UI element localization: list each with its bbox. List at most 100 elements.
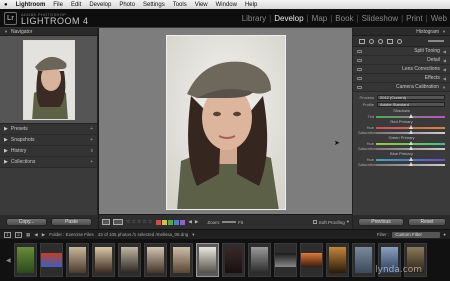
slider-track[interactable] (376, 113, 445, 118)
slider-track[interactable] (376, 161, 445, 166)
snapshots-section[interactable]: ▶ Snapshots + (0, 135, 97, 146)
lens-corrections-section[interactable]: Lens Corrections ◀ (353, 65, 450, 74)
loupe-view-icon[interactable] (102, 219, 110, 225)
navigator-header[interactable]: ▼ Navigator FIT FILL 1:1 3:1 (0, 28, 450, 257)
panel-toggle-icon[interactable] (357, 76, 362, 80)
radial-filter-icon[interactable] (397, 38, 402, 44)
reset-button[interactable]: Reset (408, 218, 446, 226)
slider-track[interactable] (376, 129, 445, 134)
forward-arrow-icon[interactable]: ▶ (42, 232, 45, 238)
panel-toggle-icon[interactable] (357, 49, 362, 53)
rating-stars[interactable]: ☆☆☆☆☆ (126, 219, 153, 225)
menu-window[interactable]: Window (216, 2, 237, 8)
history-section[interactable]: ▶ History x (0, 146, 97, 157)
histogram-header[interactable]: Histogram ▼ (353, 28, 450, 36)
menu-settings[interactable]: Settings (143, 2, 165, 8)
previous-button[interactable]: Previous (358, 218, 404, 226)
slider-thumb[interactable] (408, 129, 413, 134)
menu-photo[interactable]: Photo (119, 2, 135, 8)
next-arrow-icon[interactable]: ▶ (195, 219, 198, 225)
filmstrip-cell[interactable] (117, 243, 141, 277)
split-toning-section[interactable]: Split Toning ◀ (353, 47, 450, 56)
apple-menu-icon[interactable]: ● (4, 2, 8, 8)
before-after-icon[interactable] (113, 219, 123, 225)
source-folder[interactable]: Folder : Exercise Files (49, 232, 94, 237)
filmstrip-cell[interactable] (65, 243, 89, 277)
color-label-swatch[interactable] (180, 219, 186, 225)
detail-section[interactable]: Detail ◀ (353, 56, 450, 65)
filter-dropdown[interactable]: Custom Filter (392, 231, 441, 238)
color-label-swatch[interactable] (156, 219, 162, 225)
crop-tool-icon[interactable] (359, 38, 365, 44)
slider-thumb[interactable] (408, 156, 413, 161)
filmstrip-cell[interactable] (247, 243, 271, 277)
module-map[interactable]: Map (312, 14, 328, 23)
profile-dropdown[interactable]: Adobe Standard (377, 102, 445, 107)
slider-thumb[interactable] (408, 145, 413, 150)
filmstrip-cell[interactable] (299, 243, 323, 277)
image-canvas[interactable]: ➤ (99, 28, 352, 214)
menu-file[interactable]: File (53, 2, 63, 8)
module-book[interactable]: Book (335, 14, 353, 23)
menu-tools[interactable]: Tools (173, 2, 187, 8)
camera-calibration-section[interactable]: Camera Calibration ▼ (353, 83, 450, 92)
panel-toggle-icon[interactable] (357, 67, 362, 71)
spot-removal-icon[interactable] (369, 38, 374, 44)
slider-thumb[interactable] (408, 140, 413, 145)
navigator-preview[interactable] (0, 36, 97, 124)
paste-button[interactable]: Paste (51, 218, 92, 226)
filmstrip-cell[interactable] (169, 243, 193, 277)
slider-thumb[interactable] (408, 161, 413, 166)
slider-track[interactable] (376, 124, 445, 129)
filmstrip-cell[interactable] (91, 243, 115, 277)
module-develop[interactable]: Develop (274, 14, 303, 23)
adjustment-brush-icon[interactable] (428, 40, 444, 42)
soft-proofing-checkbox[interactable] (312, 220, 317, 224)
effects-section[interactable]: Effects ◀ (353, 74, 450, 83)
prev-arrow-icon[interactable]: ◀ (188, 219, 191, 225)
panel-toggle-icon[interactable] (357, 85, 362, 89)
add-collection-icon[interactable]: + (90, 159, 93, 165)
red-eye-icon[interactable] (378, 38, 383, 44)
filmstrip-left-arrow-icon[interactable]: ◀ (6, 257, 11, 264)
slider-track[interactable] (376, 145, 445, 150)
filmstrip-cell[interactable] (221, 243, 245, 277)
filmstrip-cell[interactable] (273, 243, 297, 277)
color-label-swatch[interactable] (174, 219, 180, 225)
module-slideshow[interactable]: Slideshow (362, 14, 398, 23)
slider-thumb[interactable] (408, 113, 413, 118)
menu-help[interactable]: Help (245, 2, 257, 8)
slider-track[interactable] (376, 140, 445, 145)
zoom-slider[interactable] (222, 221, 237, 223)
module-print[interactable]: Print (406, 14, 422, 23)
secondary-window-button[interactable]: 2 (15, 231, 22, 238)
filmstrip-cell[interactable] (195, 243, 219, 277)
menu-view[interactable]: View (195, 2, 208, 8)
grid-view-icon[interactable]: ▦ (26, 232, 30, 238)
main-photo[interactable] (166, 35, 286, 210)
process-dropdown[interactable]: 2012 (Current) (377, 95, 445, 100)
module-web[interactable]: Web (431, 14, 447, 23)
copy-button[interactable]: Copy... (6, 218, 47, 226)
filmstrip-cell[interactable] (13, 243, 37, 277)
filmstrip-cell[interactable] (325, 243, 349, 277)
back-arrow-icon[interactable]: ◀ (34, 232, 37, 238)
filter-lock-icon[interactable]: ● (443, 232, 446, 237)
soft-proofing-label[interactable]: Soft Proofing (319, 220, 345, 225)
filmstrip-cell[interactable] (143, 243, 167, 277)
color-label-swatch[interactable] (162, 219, 168, 225)
menu-edit[interactable]: Edit (71, 2, 81, 8)
color-label-swatch[interactable] (168, 219, 174, 225)
slider-track[interactable] (376, 156, 445, 161)
slider-thumb[interactable] (408, 124, 413, 129)
graduated-filter-icon[interactable] (387, 38, 393, 44)
app-menu[interactable]: Lightroom (16, 2, 46, 8)
main-window-button[interactable]: 1 (4, 231, 11, 238)
module-library[interactable]: Library (242, 14, 266, 23)
toolbar-menu-icon[interactable]: ▾ (347, 219, 349, 225)
add-preset-icon[interactable]: + (90, 126, 93, 132)
collections-section[interactable]: ▶ Collections + (0, 157, 97, 168)
source-menu-icon[interactable]: ▾ (192, 232, 194, 238)
panel-toggle-icon[interactable] (357, 58, 362, 62)
clear-history-icon[interactable]: x (91, 148, 94, 154)
